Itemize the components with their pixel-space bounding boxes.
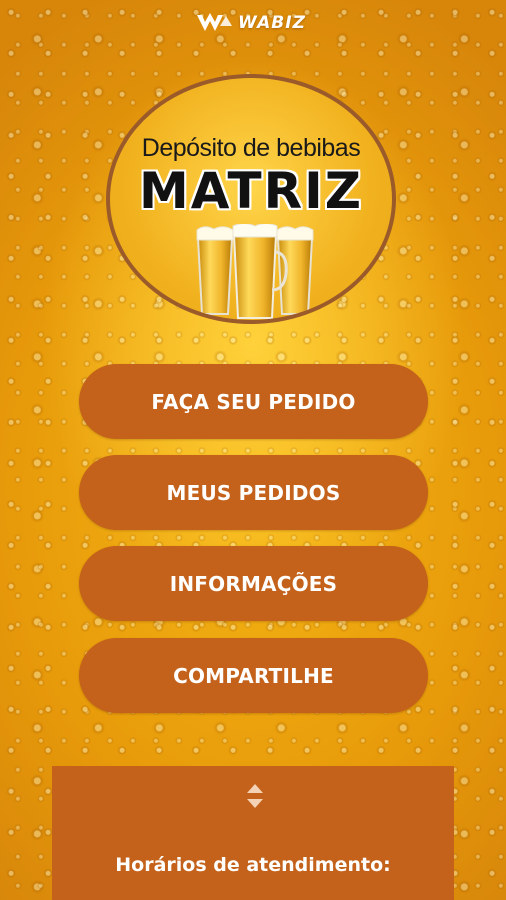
brand-header: WABIZ [196,12,306,34]
beer-glasses-icon [192,223,318,320]
hours-title: Horários de atendimento: [115,854,391,876]
logo-subtitle: Depósito de bebibas [141,134,361,162]
share-button[interactable]: COMPARTILHE [79,638,428,713]
info-panel: Horários de atendimento: [52,766,454,900]
wabiz-logo-icon [196,12,236,34]
brand-name: WABIZ [238,13,306,33]
information-button[interactable]: INFORMAÇÕES [79,546,428,621]
my-orders-button[interactable]: MEUS PEDIDOS [79,455,428,530]
expand-collapse-icon[interactable] [245,782,265,810]
make-order-button[interactable]: FAÇA SEU PEDIDO [79,364,428,439]
logo-title: MATRIZ [138,162,364,220]
store-logo: Depósito de bebibas MATRIZ [106,74,396,324]
